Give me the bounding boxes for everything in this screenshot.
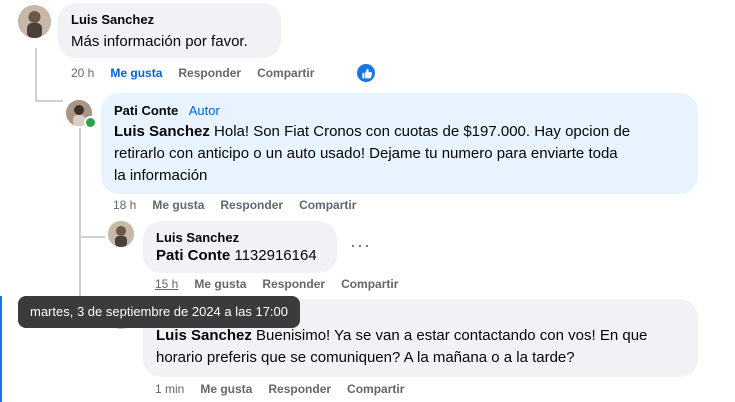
like-reaction-icon[interactable] (357, 64, 375, 82)
comment-author[interactable]: Luis Sanchez (71, 12, 154, 27)
avatar[interactable] (108, 221, 134, 247)
mention-link[interactable]: Luis Sanchez (114, 123, 210, 140)
comment-text: Luis Sanchez Buenisimo! Ya se van a esta… (156, 325, 647, 369)
comment-header: Pati Conte Autor (114, 102, 220, 120)
comment-bubble: Luis Sanchez Pati Conte 1132916164 (143, 221, 337, 273)
avatar[interactable] (18, 5, 51, 38)
comment-actions: 15 h Me gusta Responder Compartir (155, 277, 414, 291)
like-button[interactable]: Me gusta (200, 382, 252, 396)
comment-actions: 20 h Me gusta Responder Compartir (71, 66, 330, 80)
like-button[interactable]: Me gusta (152, 198, 204, 212)
more-options-icon[interactable]: ··· (350, 235, 371, 256)
reply-button[interactable]: Responder (268, 382, 331, 396)
author-badge: Autor (188, 103, 220, 118)
share-button[interactable]: Compartir (347, 382, 404, 396)
comment-actions: 1 min Me gusta Responder Compartir (155, 382, 420, 396)
reply-button[interactable]: Responder (262, 277, 325, 291)
thread-line (79, 128, 81, 238)
person-avatar-icon (18, 5, 51, 38)
thread-line (35, 48, 37, 100)
comment-author[interactable]: Pati Conte (114, 103, 178, 118)
mention-link[interactable]: Luis Sanchez (156, 327, 252, 344)
comment-text-line: horario preferis que se comuniquen? A la… (156, 349, 575, 366)
online-status-icon (84, 116, 97, 129)
reply-button[interactable]: Responder (178, 66, 241, 80)
comment-bubble: Luis Sanchez Más información por favor. (58, 3, 281, 58)
thread-line (79, 236, 105, 238)
share-button[interactable]: Compartir (299, 198, 356, 212)
comment-text: Luis Sanchez Hola! Son Fiat Cronos con c… (114, 121, 630, 187)
comment-text-line: 1132916164 (230, 247, 317, 264)
like-button[interactable]: Me gusta (194, 277, 246, 291)
comment-time[interactable]: 15 h (155, 277, 178, 291)
comment-time[interactable]: 1 min (155, 382, 184, 396)
like-button[interactable]: Me gusta (110, 66, 162, 80)
comment-text-line: Buenisimo! Ya se van a estar contactando… (251, 327, 648, 344)
share-button[interactable]: Compartir (341, 277, 398, 291)
comment-text: Más información por favor. (71, 33, 248, 50)
mention-link[interactable]: Pati Conte (156, 247, 230, 264)
timestamp-tooltip: martes, 3 de septiembre de 2024 a las 17… (18, 296, 300, 328)
thread-line (35, 100, 63, 102)
comment-bubble: Pati Conte Autor Luis Sanchez Hola! Son … (101, 93, 698, 194)
comment-actions: 18 h Me gusta Responder Compartir (113, 198, 372, 212)
comment-time[interactable]: 20 h (71, 66, 94, 80)
comment-text: Pati Conte 1132916164 (156, 245, 317, 267)
comment-text-line: la información (114, 167, 208, 184)
comment-text-line: retirarlo con anticipo o un auto usado! … (114, 145, 618, 162)
focus-edge (0, 296, 2, 402)
share-button[interactable]: Compartir (257, 66, 314, 80)
person-avatar-icon (108, 221, 134, 247)
reply-button[interactable]: Responder (220, 198, 283, 212)
comment-text-line: Hola! Son Fiat Cronos con cuotas de $197… (209, 123, 631, 140)
comment-time[interactable]: 18 h (113, 198, 136, 212)
comment-author[interactable]: Luis Sanchez (156, 230, 239, 245)
